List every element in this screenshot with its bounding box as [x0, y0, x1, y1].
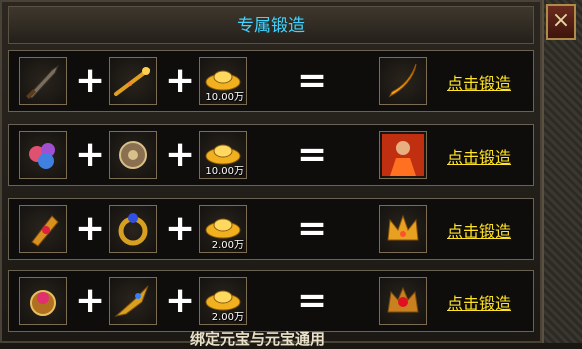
forge-link[interactable]: 点击锻造: [447, 144, 511, 168]
plus-sign: +: [75, 60, 106, 101]
footer-note: 绑定元宝与元宝通用: [190, 330, 326, 348]
recipe-row: + + 10.00万 = 点击锻造: [8, 124, 534, 186]
equals-sign: =: [297, 60, 328, 101]
plus-sign: +: [75, 280, 106, 321]
bracer-icon: [31, 215, 59, 247]
cost-amount: 2.00万: [211, 312, 244, 323]
plus-sign: +: [165, 208, 196, 249]
equals-sign: =: [297, 280, 328, 321]
ruby-crown-icon: [387, 286, 419, 313]
plus-sign: +: [165, 60, 196, 101]
result-slot[interactable]: [379, 205, 427, 253]
input-slot-1[interactable]: [19, 131, 67, 179]
cost-amount: 10.00万: [205, 166, 244, 177]
plus-sign: +: [75, 134, 106, 175]
result-slot[interactable]: [379, 57, 427, 105]
input-slot-1[interactable]: [19, 57, 67, 105]
close-button[interactable]: ×: [546, 4, 576, 40]
ring-icon: [118, 213, 148, 246]
side-strip: [542, 0, 582, 343]
cost-slot[interactable]: 2.00万: [199, 277, 247, 325]
cost-amount: 10.00万: [205, 92, 244, 103]
forge-link[interactable]: 点击锻造: [447, 218, 511, 242]
plus-sign: +: [165, 280, 196, 321]
input-slot-2[interactable]: [109, 277, 157, 325]
cost-slot[interactable]: 10.00万: [199, 57, 247, 105]
plus-sign: +: [165, 134, 196, 175]
plus-sign: +: [75, 208, 106, 249]
recipe-row: + + 2.00万 = 点击锻造: [8, 198, 534, 260]
recipe-row: + + 2.00万 = 点击锻造: [8, 270, 534, 332]
blade-icon: [388, 63, 417, 98]
input-slot-1[interactable]: [19, 277, 67, 325]
equals-sign: =: [297, 208, 328, 249]
warrior-portrait-icon: [382, 134, 424, 176]
close-icon: ×: [551, 8, 571, 33]
input-slot-2[interactable]: [109, 205, 157, 253]
crown-icon: [387, 214, 419, 241]
title-bar: 专属锻造: [8, 6, 534, 44]
cost-slot[interactable]: 10.00万: [199, 131, 247, 179]
ornament-icon: [119, 141, 147, 169]
input-slot-1[interactable]: [19, 205, 67, 253]
recipe-row: + + 10.00万 = 点击锻造: [8, 50, 534, 112]
cost-slot[interactable]: 2.00万: [199, 205, 247, 253]
sword-icon: [26, 64, 60, 99]
coral-gem-icon: [29, 143, 55, 169]
rod-icon: [114, 67, 150, 96]
input-slot-2[interactable]: [109, 131, 157, 179]
forge-link[interactable]: 点击锻造: [447, 70, 511, 94]
jeweled-ring-icon: [30, 290, 56, 316]
cost-amount: 2.00万: [211, 240, 244, 251]
panel-title: 专属锻造: [237, 16, 305, 36]
forge-link[interactable]: 点击锻造: [447, 290, 511, 314]
equals-sign: =: [297, 134, 328, 175]
input-slot-2[interactable]: [109, 57, 157, 105]
dragon-weapon-icon: [114, 285, 149, 317]
result-slot[interactable]: [379, 277, 427, 325]
result-slot[interactable]: [379, 131, 427, 179]
